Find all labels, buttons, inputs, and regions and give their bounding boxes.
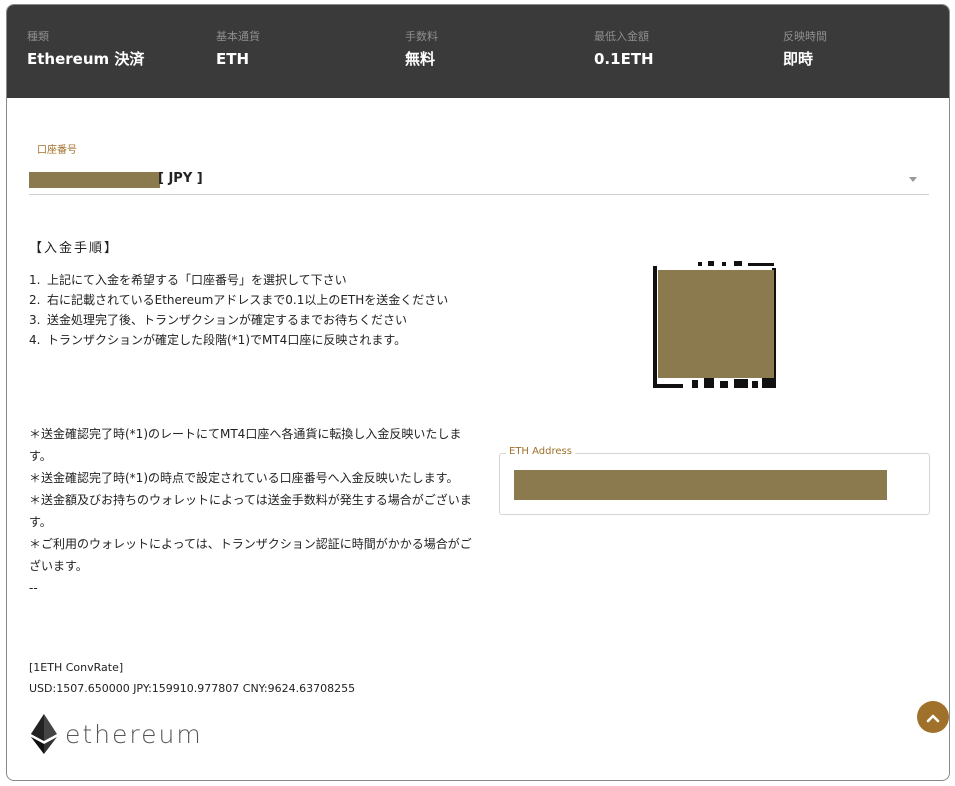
step-number: 1. — [29, 273, 41, 287]
header-label: 種類 — [27, 30, 49, 43]
eth-address-field[interactable]: ETH Address — [499, 446, 930, 515]
header-value: 0.1ETH — [594, 50, 654, 68]
caret-down-icon[interactable] — [909, 177, 917, 182]
header-value: ETH — [216, 50, 250, 68]
conversion-rate-values: USD:1507.650000 JPY:159910.977807 CNY:96… — [29, 682, 356, 695]
conversion-rate-title: [1ETH ConvRate] — [29, 661, 124, 674]
deposit-card: 種類 Ethereum 決済 基本通貨 ETH 手数料 無料 最低入金額 0.1… — [6, 4, 950, 781]
header-label: 手数料 — [405, 30, 438, 43]
step-text: 送金処理完了後、トランザクションが確定するまでお待ちください — [47, 313, 408, 327]
header-label: 反映時間 — [783, 30, 827, 43]
conversion-rate: [1ETH ConvRate] USD:1507.650000 JPY:1599… — [29, 657, 355, 699]
note: ＊送金確認完了時(*1)の時点で設定されている口座番号へ入金反映いたします。 — [29, 471, 459, 485]
header-value: 即時 — [783, 50, 814, 68]
procedure-steps: 1. 上記にて入金を希望する「口座番号」を選択して下さい 2. 右に記載されてい… — [29, 271, 479, 351]
notes-separator: -- — [29, 581, 38, 595]
header-col-currency: 基本通貨 ETH — [216, 29, 260, 71]
step-text: トランザクションが確定した段階(*1)でMT4口座に反映されます。 — [47, 333, 407, 347]
procedure-step: 4. トランザクションが確定した段階(*1)でMT4口座に反映されます。 — [29, 331, 479, 349]
step-text: 右に記載されているEthereumアドレスまで0.1以上のETHを送金ください — [47, 293, 449, 307]
step-number: 4. — [29, 333, 41, 347]
step-number: 2. — [29, 293, 41, 307]
procedure-title: 【入金手順】 — [29, 241, 120, 256]
step-text: 上記にて入金を希望する「口座番号」を選択して下さい — [47, 273, 347, 287]
account-currency[interactable]: [ JPY ] — [158, 170, 203, 188]
procedure-step: 1. 上記にて入金を希望する「口座番号」を選択して下さい — [29, 271, 479, 289]
scroll-to-top-button[interactable] — [917, 701, 949, 733]
ethereum-wordmark: ethereum — [65, 719, 203, 749]
header-col-min-deposit: 最低入金額 0.1ETH — [594, 29, 654, 71]
note: ＊送金額及びお持ちのウォレットによっては送金手数料が発生する場合がございます。 — [29, 493, 472, 529]
header-label: 基本通貨 — [216, 30, 260, 43]
header-col-reflect-time: 反映時間 即時 — [783, 29, 827, 71]
summary-header: 種類 Ethereum 決済 基本通貨 ETH 手数料 無料 最低入金額 0.1… — [7, 5, 949, 98]
procedure-step: 3. 送金処理完了後、トランザクションが確定するまでお待ちください — [29, 311, 479, 329]
note: ＊ご利用のウォレットによっては、トランザクション認証に時間がかかる場合がございま… — [29, 537, 472, 573]
account-number-redaction[interactable] — [29, 172, 160, 188]
ethereum-logo: ethereum — [31, 714, 203, 754]
header-col-fee: 手数料 無料 — [405, 29, 438, 71]
header-label: 最低入金額 — [594, 30, 649, 43]
account-select-underline — [29, 194, 929, 195]
step-number: 3. — [29, 313, 41, 327]
note: ＊送金確認完了時(*1)のレートにてMT4口座へ各通貨に転換し入金反映いたします… — [29, 427, 462, 463]
eth-address-label: ETH Address — [506, 446, 575, 457]
header-col-type: 種類 Ethereum 決済 — [27, 29, 144, 71]
procedure-step: 2. 右に記載されているEthereumアドレスまで0.1以上のETHを送金くだ… — [29, 291, 479, 309]
chevron-up-icon — [926, 708, 940, 727]
qr-code — [652, 260, 777, 389]
account-select-label: 口座番号 — [37, 145, 77, 156]
header-value: 無料 — [405, 50, 436, 68]
procedure-notes: ＊送金確認完了時(*1)のレートにてMT4口座へ各通貨に転換し入金反映いたします… — [29, 423, 481, 599]
header-value: Ethereum 決済 — [27, 50, 145, 68]
ethereum-diamond-icon — [31, 714, 57, 754]
eth-address-redaction[interactable] — [514, 470, 887, 500]
